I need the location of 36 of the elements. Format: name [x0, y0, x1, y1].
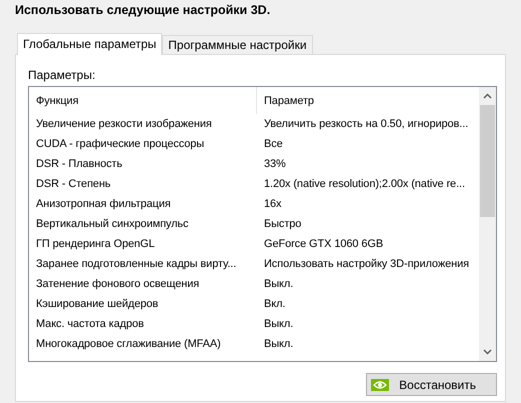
table-cell-text: Увеличить резкость на 0.50, игнориров... [263, 118, 470, 130]
table-cell-text: Многокадровое сглаживание (MFAA) [35, 338, 222, 350]
table-cell-text: Выкл. [263, 278, 294, 290]
table-cell-text: DSR - Степень [35, 178, 112, 190]
table-cell-text: Кэширование шейдеров [35, 298, 160, 310]
section-heading: Использовать следующие настройки 3D. [15, 3, 272, 19]
scrollbar[interactable] [479, 87, 496, 361]
tab[interactable]: Программные настройки [162, 35, 313, 54]
table-cell-text: Вкл. [263, 298, 286, 310]
table-cell-text: Увеличение резкости изображения [35, 118, 213, 130]
table-cell-text: Выкл. [263, 318, 294, 330]
table-cell-text: DSR - Плавность [35, 158, 124, 170]
table-cell-text: 16x [263, 198, 282, 210]
tab[interactable]: Глобальные параметры [17, 33, 162, 55]
table-cell-text: Затенение фонового освещения [35, 278, 200, 290]
table-cell-text: Заранее подготовленные кадры вирту... [35, 258, 238, 270]
column-header[interactable]: Функция [29, 87, 257, 114]
table-cell-text: Вертикальный синхроимпульс [35, 218, 190, 230]
table-cell-text: Макс. частота кадров [35, 318, 145, 330]
table-cell-text: Все [263, 138, 284, 150]
settings-label: Параметры: [28, 68, 96, 84]
table-cell-text: Использовать настройку 3D-приложения [263, 258, 470, 270]
eye-logo-icon [371, 378, 390, 390]
scrollbar-thumb[interactable] [480, 105, 495, 217]
table-cell-text: Анизотропная фильтрация [35, 198, 172, 210]
table-cell-text: ГП рендеринга OpenGL [35, 238, 156, 250]
scroll-up-icon[interactable] [483, 93, 492, 99]
table-cell-text: 33% [263, 158, 287, 170]
table-cell-text: GeForce GTX 1060 6GB [263, 238, 384, 250]
table-cell-text: Быстро [263, 218, 302, 230]
table-cell-text: CUDA - графические процессоры [35, 138, 206, 150]
restore-button[interactable]: Восстановить [366, 373, 497, 396]
scroll-down-icon[interactable] [483, 349, 492, 355]
table-cell-text: Выкл. [263, 338, 294, 350]
column-header[interactable]: Параметр [257, 94, 479, 106]
table-cell-text: 1.20x (native resolution);2.00x (native re... [263, 178, 466, 190]
